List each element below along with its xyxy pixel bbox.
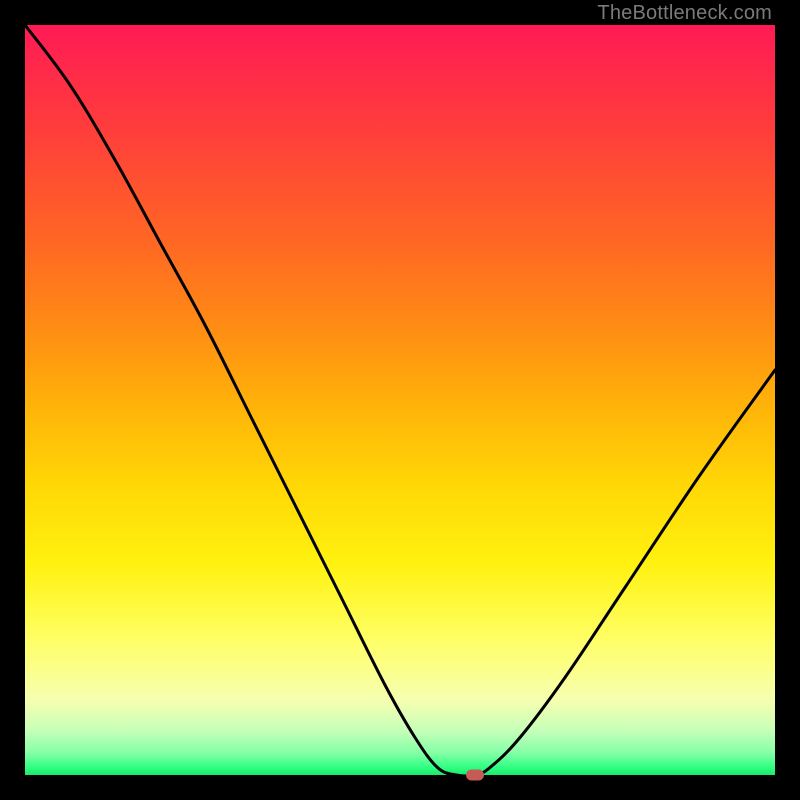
bottleneck-curve — [25, 25, 775, 775]
watermark-text: TheBottleneck.com — [597, 2, 772, 25]
chart-frame: TheBottleneck.com — [0, 0, 800, 800]
sweet-spot-marker — [466, 770, 484, 781]
